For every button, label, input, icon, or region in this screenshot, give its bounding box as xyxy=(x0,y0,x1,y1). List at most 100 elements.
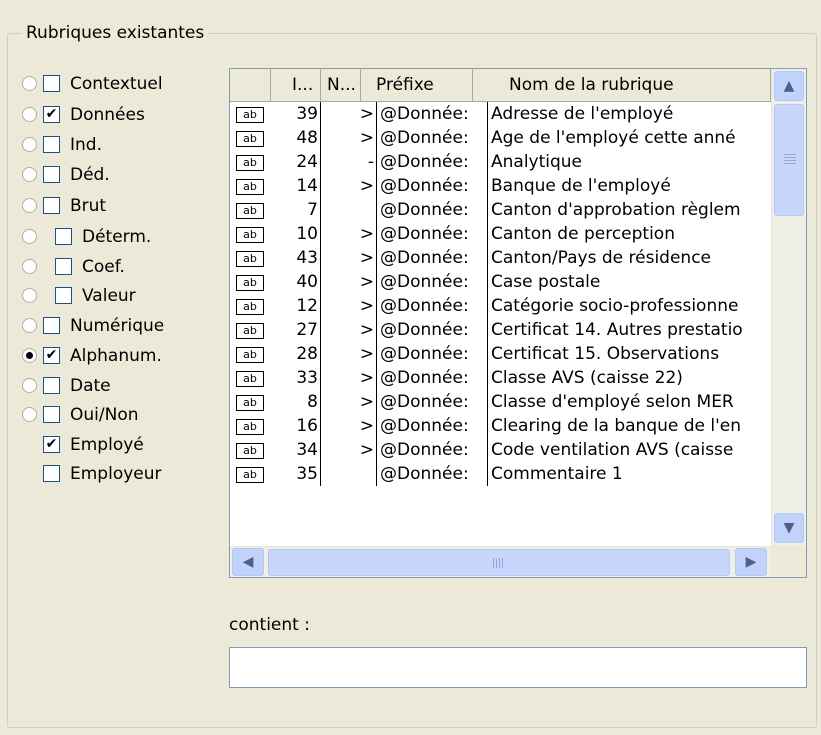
filter-label: Déd. xyxy=(70,165,110,185)
filter-checkbox[interactable] xyxy=(43,166,60,183)
text-type-icon: ab xyxy=(236,251,264,267)
cell-id: 7 xyxy=(271,198,321,222)
cell-n: > xyxy=(321,270,377,294)
filter-radio[interactable] xyxy=(22,229,37,244)
filter-checkbox[interactable] xyxy=(43,377,60,394)
cell-n: > xyxy=(321,294,377,318)
cell-id: 27 xyxy=(271,318,321,342)
cell-id: 10 xyxy=(271,222,321,246)
filter-label: Date xyxy=(70,376,111,396)
filter-checkbox[interactable]: ✔ xyxy=(43,106,60,123)
horizontal-scrollbar[interactable]: ◀ ▶ xyxy=(230,546,771,577)
cell-id: 28 xyxy=(271,342,321,366)
filter-radio[interactable] xyxy=(22,167,37,182)
column-header-n[interactable]: N... xyxy=(321,69,361,102)
horizontal-scroll-thumb[interactable] xyxy=(268,549,730,576)
filter-label: Alphanum. xyxy=(70,346,162,366)
text-type-icon: ab xyxy=(236,275,264,291)
table-row[interactable]: ab 8 > @Donnée: Classe d'employé selon MER xyxy=(230,390,771,414)
text-type-icon: ab xyxy=(236,179,264,195)
cell-name: Adresse de l'employé xyxy=(491,104,674,124)
cell-name: Analytique xyxy=(491,152,583,172)
table-row[interactable]: ab 27 > @Donnée: Certificat 14. Autres prest… xyxy=(230,318,771,342)
text-type-icon: ab xyxy=(236,155,264,171)
rubriques-grid[interactable]: I... N... Préfixe Nom de la rubrique ab 3… xyxy=(229,68,807,578)
cell-name: Classe d'employé selon MER xyxy=(491,392,734,412)
filter-label: Brut xyxy=(70,196,107,216)
scroll-right-button[interactable]: ▶ xyxy=(735,548,767,576)
text-type-icon: ab xyxy=(236,371,264,387)
chevron-up-icon: ▲ xyxy=(783,78,795,94)
cell-name: Classe AVS (caisse 22) xyxy=(491,368,683,388)
table-row[interactable]: ab 35 @Donnée: Commentaire 1 xyxy=(230,462,771,486)
filter-checkbox[interactable] xyxy=(55,258,72,275)
table-row[interactable]: ab 40 > @Donnée: Case postale xyxy=(230,270,771,294)
column-header-id[interactable]: I... xyxy=(271,69,321,102)
filter-label: Employeur xyxy=(70,464,162,484)
cell-prefix: @Donnée: xyxy=(377,102,488,126)
text-type-icon: ab xyxy=(236,323,264,339)
filter-checkbox[interactable] xyxy=(55,228,72,245)
filter-label: Ind. xyxy=(70,135,102,155)
filter-radio[interactable] xyxy=(22,76,37,91)
vertical-scroll-thumb[interactable] xyxy=(774,104,804,216)
scroll-up-button[interactable]: ▲ xyxy=(774,71,804,101)
cell-prefix: @Donnée: xyxy=(377,270,488,294)
filter-radio[interactable] xyxy=(22,407,37,422)
filter-radio[interactable] xyxy=(22,259,37,274)
cell-prefix: @Donnée: xyxy=(377,174,488,198)
filter-checkbox[interactable] xyxy=(43,317,60,334)
table-row[interactable]: ab 12 > @Donnée: Catégorie socio-professionn… xyxy=(230,294,771,318)
cell-n: > xyxy=(321,318,377,342)
table-row[interactable]: ab 7 @Donnée: Canton d'approbation règlem xyxy=(230,198,771,222)
cell-id: 40 xyxy=(271,270,321,294)
table-row[interactable]: ab 33 > @Donnée: Classe AVS (caisse 22) xyxy=(230,366,771,390)
table-row[interactable]: ab 16 > @Donnée: Clearing de la banque de l'… xyxy=(230,414,771,438)
table-row[interactable]: ab 28 > @Donnée: Certificat 15. Observations xyxy=(230,342,771,366)
contains-input[interactable] xyxy=(229,647,807,688)
filter-radio[interactable] xyxy=(22,288,37,303)
text-type-icon: ab xyxy=(236,299,264,315)
table-row[interactable]: ab 43 > @Donnée: Canton/Pays de résidence xyxy=(230,246,771,270)
cell-id: 39 xyxy=(271,102,321,126)
filter-radio[interactable] xyxy=(22,378,37,393)
filter-checkbox[interactable] xyxy=(43,465,60,482)
cell-n: > xyxy=(321,174,377,198)
filter-radio[interactable] xyxy=(22,107,37,122)
filter-checkbox[interactable]: ✔ xyxy=(43,436,60,453)
text-type-icon: ab xyxy=(236,347,264,363)
filter-checkbox[interactable] xyxy=(55,287,72,304)
scroll-left-button[interactable]: ◀ xyxy=(232,548,264,576)
table-row[interactable]: ab 24- @Donnée: Analytique xyxy=(230,150,771,174)
table-row[interactable]: ab 39 > @Donnée: Adresse de l'employé xyxy=(230,102,771,126)
column-header-type[interactable] xyxy=(230,69,271,102)
table-row[interactable]: ab 14 > @Donnée: Banque de l'employé xyxy=(230,174,771,198)
filter-radio[interactable] xyxy=(22,198,37,213)
grid-rows: ab 39 > @Donnée: Adresse de l'employé ab 48 > @D… xyxy=(230,102,771,546)
filter-checkbox[interactable] xyxy=(43,197,60,214)
filter-radio[interactable] xyxy=(22,318,37,333)
contains-label: contient : xyxy=(229,615,310,635)
table-row[interactable]: ab 48 > @Donnée: Age de l'employé cette anné xyxy=(230,126,771,150)
vertical-scrollbar[interactable]: ▲ ▼ xyxy=(771,69,806,546)
cell-id: 48 xyxy=(271,126,321,150)
text-type-icon: ab xyxy=(236,227,264,243)
column-header-prefix[interactable]: Préfixe xyxy=(361,69,473,102)
cell-prefix: @Donnée: xyxy=(377,294,488,318)
table-row[interactable]: ab 10 > @Donnée: Canton de perception xyxy=(230,222,771,246)
cell-n: > xyxy=(321,366,377,390)
filter-checkbox[interactable] xyxy=(43,75,60,92)
cell-prefix: @Donnée: xyxy=(377,390,488,414)
filter-checkbox[interactable] xyxy=(43,406,60,423)
scroll-down-button[interactable]: ▼ xyxy=(774,513,804,543)
filter-checkbox[interactable] xyxy=(43,136,60,153)
table-row[interactable]: ab 34 > @Donnée: Code ventilation AVS (caiss… xyxy=(230,438,771,462)
column-header-name[interactable]: Nom de la rubrique xyxy=(473,69,771,102)
filter-radio[interactable] xyxy=(22,137,37,152)
filter-radio[interactable] xyxy=(22,348,37,363)
cell-n: > xyxy=(321,390,377,414)
text-type-icon: ab xyxy=(236,107,264,123)
group-title: Rubriques existantes xyxy=(22,21,209,45)
filter-checkbox[interactable]: ✔ xyxy=(43,347,60,364)
cell-name: Catégorie socio-professionne xyxy=(491,296,739,316)
